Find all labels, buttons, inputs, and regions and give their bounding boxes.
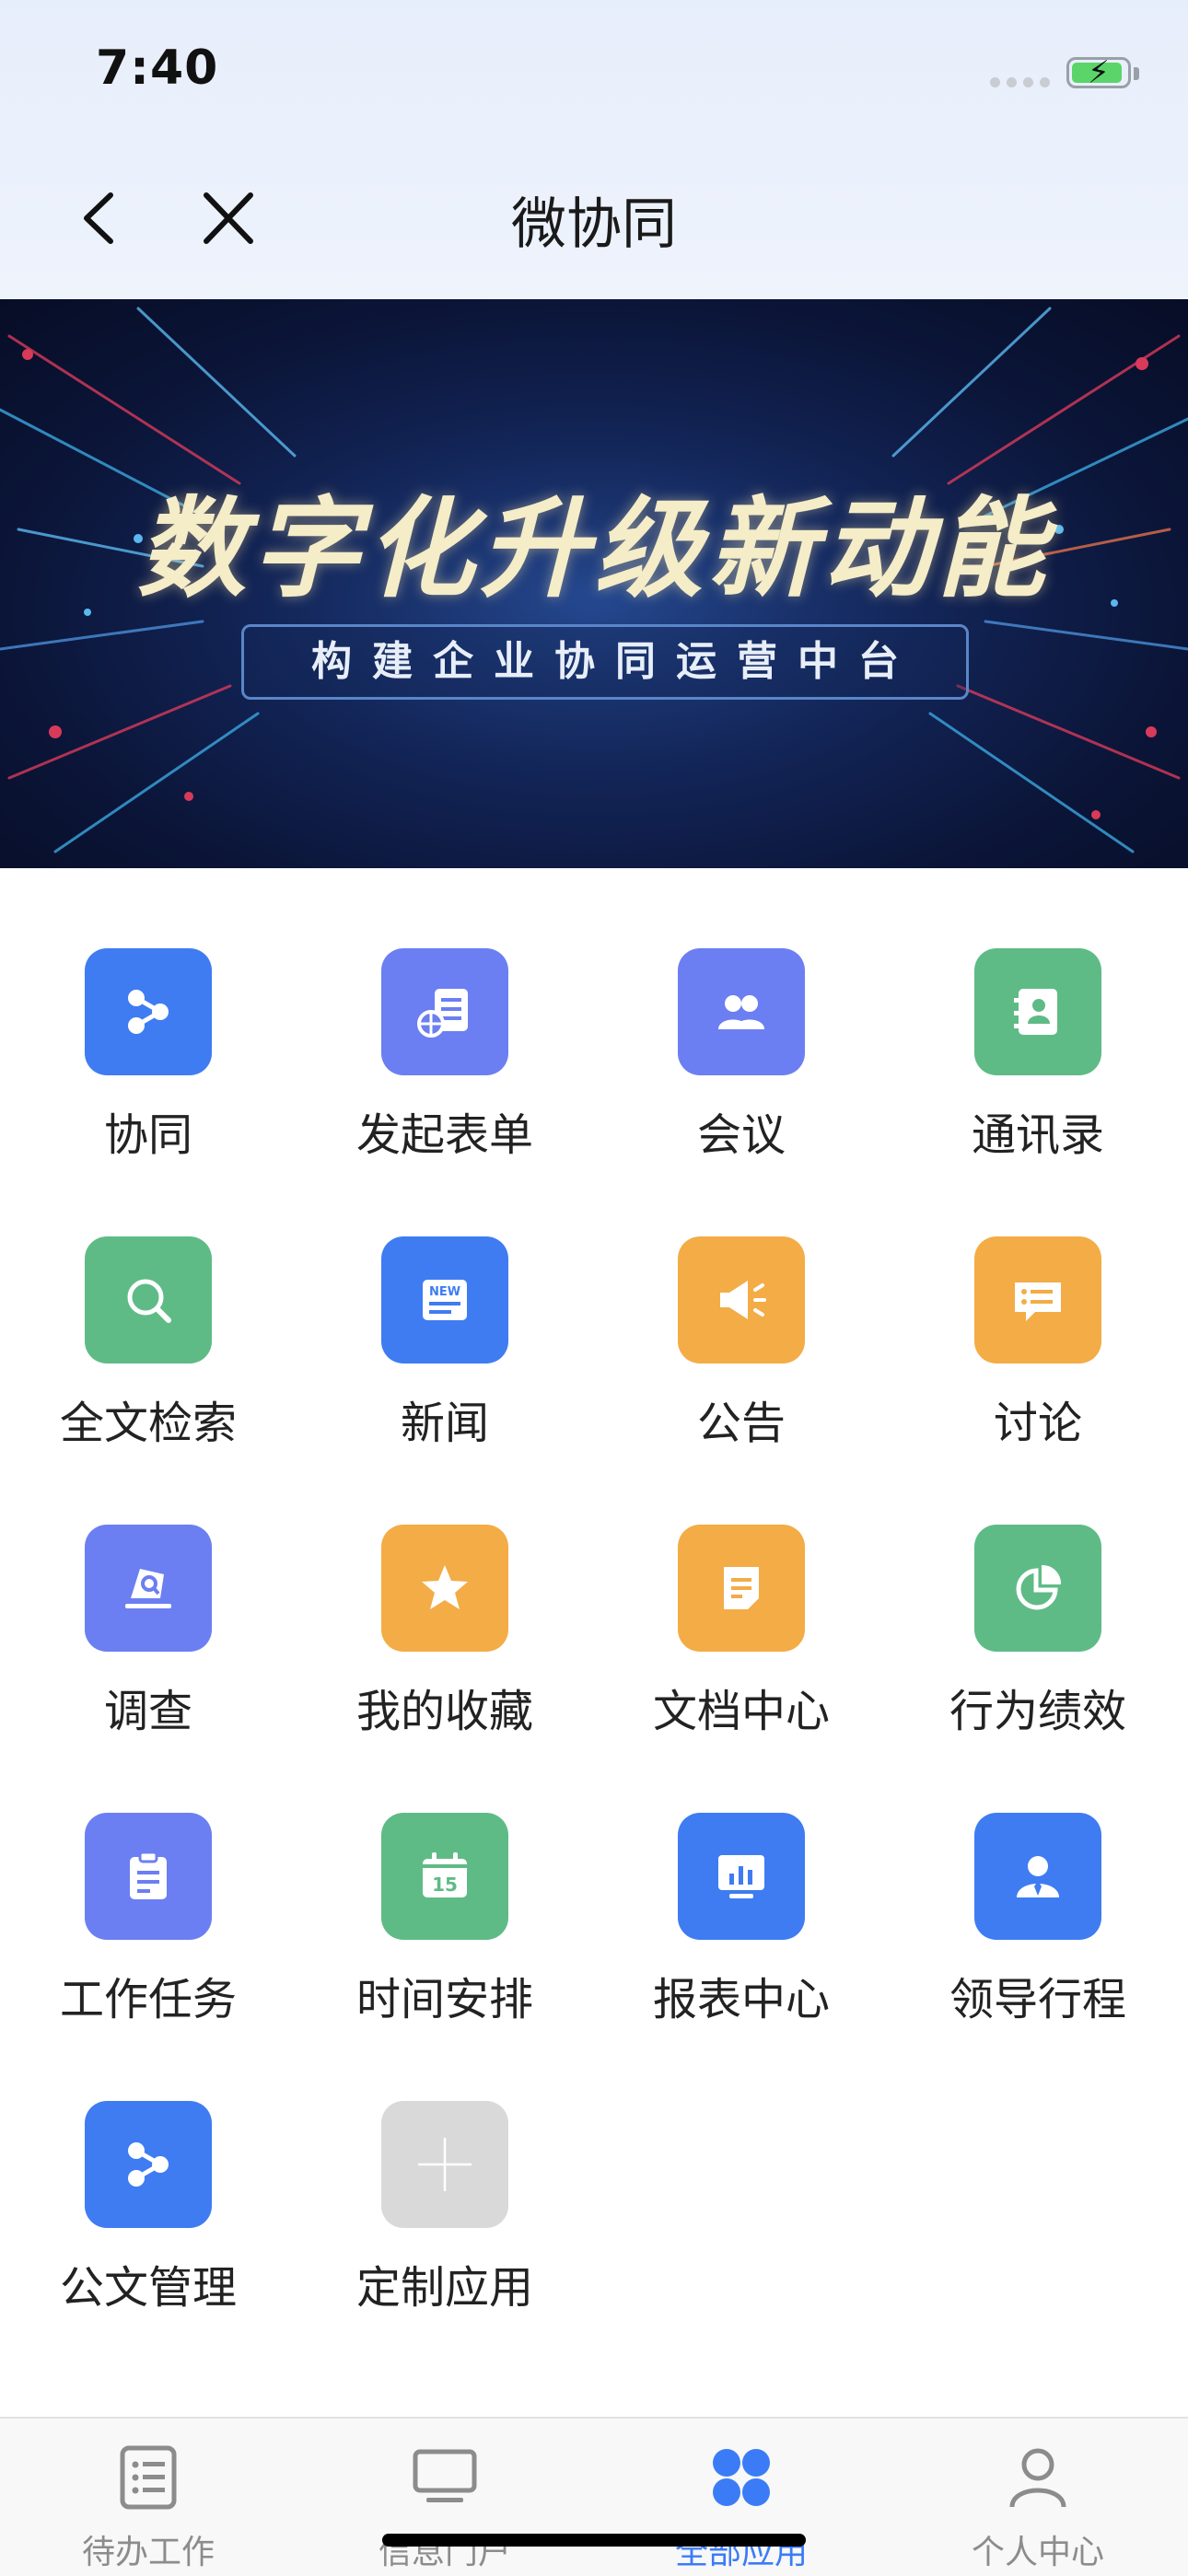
signal-icon: [990, 77, 1050, 87]
app-label: 工作任务: [59, 1974, 237, 2025]
share-nodes-icon: [85, 2101, 212, 2228]
app-meeting[interactable]: 会议: [593, 868, 890, 1161]
app-custom[interactable]: 定制应用: [297, 2021, 593, 2314]
app-label: 定制应用: [355, 2262, 533, 2314]
plus-icon: [381, 2101, 508, 2228]
tab-label: 全部应用: [674, 2534, 808, 2571]
app-label: 文档中心: [652, 1686, 830, 1737]
tab-label: 待办工作: [81, 2534, 215, 2571]
app-label: 新闻: [400, 1398, 489, 1449]
app-label: 调查: [103, 1686, 192, 1737]
app-performance[interactable]: 行为绩效: [890, 1445, 1186, 1737]
app-label: 公告: [696, 1398, 786, 1449]
tab-portal[interactable]: 信息门户: [297, 2419, 593, 2576]
share-nodes-icon: [85, 948, 212, 1075]
form-globe-icon: [381, 948, 508, 1075]
tab-label: 个人中心: [971, 2534, 1104, 2571]
app-label: 公文管理: [59, 2262, 237, 2314]
clipboard-icon: [85, 1813, 212, 1940]
monitor-icon: [413, 2449, 477, 2502]
app-leader-itinerary[interactable]: 领导行程: [890, 1733, 1186, 2025]
app-label: 全文检索: [59, 1398, 237, 1449]
bottom-tab-bar: 待办工作 信息门户 全部应用 个人中心: [0, 2417, 1188, 2576]
megaphone-icon: [678, 1236, 805, 1363]
app-label: 发起表单: [355, 1109, 533, 1161]
app-label: 讨论: [993, 1398, 1082, 1449]
svg-text:NEW: NEW: [429, 1285, 460, 1299]
app-documents[interactable]: 文档中心: [593, 1445, 890, 1737]
calendar-icon: 15: [381, 1813, 508, 1940]
app-label: 我的收藏: [355, 1686, 533, 1737]
survey-icon: [85, 1525, 212, 1652]
document-icon: [678, 1525, 805, 1652]
leader-icon: [974, 1813, 1101, 1940]
tab-all-apps[interactable]: 全部应用: [593, 2419, 890, 2576]
app-reports[interactable]: 报表中心: [593, 1733, 890, 2025]
app-contacts[interactable]: 通讯录: [890, 868, 1186, 1161]
contact-book-icon: [974, 948, 1101, 1075]
star-icon: [381, 1525, 508, 1652]
tab-todo[interactable]: 待办工作: [0, 2419, 297, 2576]
app-news[interactable]: NEW 新闻: [297, 1156, 593, 1449]
pie-chart-icon: [974, 1525, 1101, 1652]
app-label: 协同: [103, 1109, 192, 1161]
app-survey[interactable]: 调查: [0, 1445, 297, 1737]
app-label: 会议: [696, 1109, 786, 1161]
app-label: 通讯录: [971, 1109, 1104, 1161]
app-label: 领导行程: [949, 1974, 1126, 2025]
header-area: 7:40 ⚡ 微协同: [0, 0, 1188, 299]
promo-banner[interactable]: 数字化升级新动能 构建企业协同运营中台: [0, 299, 1188, 868]
app-label: 报表中心: [652, 1974, 830, 2025]
news-icon: NEW: [381, 1236, 508, 1363]
app-form[interactable]: 发起表单: [297, 868, 593, 1161]
report-board-icon: [678, 1813, 805, 1940]
app-discussion[interactable]: 讨论: [890, 1156, 1186, 1449]
battery-icon: ⚡: [1066, 54, 1131, 91]
app-schedule[interactable]: 15 时间安排: [297, 1733, 593, 2025]
tab-profile[interactable]: 个人中心: [890, 2419, 1186, 2576]
banner-subtitle: 构建企业协同运营中台: [241, 624, 969, 700]
chat-bubble-icon: [974, 1236, 1101, 1363]
app-announcement[interactable]: 公告: [593, 1156, 890, 1449]
search-icon: [85, 1236, 212, 1363]
apps-grid-icon: [713, 2449, 770, 2506]
svg-text:15: 15: [432, 1874, 458, 1896]
app-label: 时间安排: [355, 1974, 533, 2025]
status-time: 7:40: [96, 41, 219, 96]
app-favorites[interactable]: 我的收藏: [297, 1445, 593, 1737]
app-search[interactable]: 全文检索: [0, 1156, 297, 1449]
todo-list-icon: [120, 2445, 177, 2510]
user-icon: [1009, 2448, 1066, 2508]
banner-headline: 数字化升级新动能: [136, 484, 1051, 612]
people-icon: [678, 948, 805, 1075]
tab-label: 信息门户: [378, 2534, 511, 2571]
home-indicator[interactable]: [382, 2534, 806, 2547]
app-xietong[interactable]: 协同: [0, 868, 297, 1161]
app-official-docs[interactable]: 公文管理: [0, 2021, 297, 2314]
app-tasks[interactable]: 工作任务: [0, 1733, 297, 2025]
app-label: 行为绩效: [949, 1686, 1126, 1737]
page-title: 微协同: [511, 192, 677, 257]
